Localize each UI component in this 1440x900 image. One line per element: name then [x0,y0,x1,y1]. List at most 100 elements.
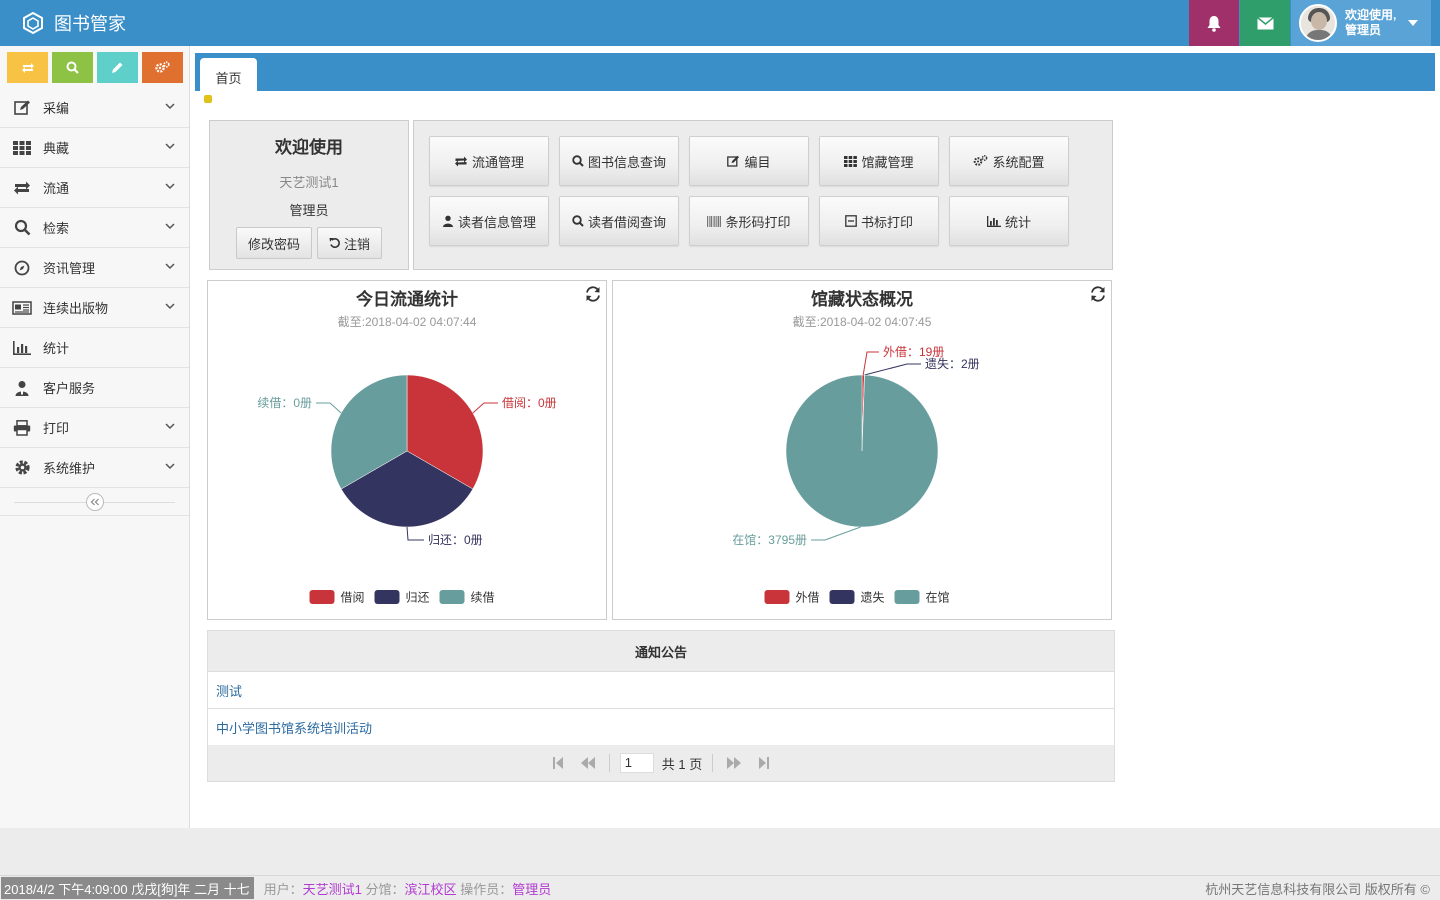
chevron-down-icon [165,423,175,430]
pie-label: 续借：0册 [257,396,312,410]
sidebar-item-collection[interactable]: 典藏 [0,128,189,168]
legend-label[interactable]: 续借 [471,591,495,605]
sidebar-item-news[interactable]: 资讯管理 [0,248,189,288]
double-chevron-left-icon [90,498,99,505]
sidebar-item-label: 采编 [43,101,70,116]
quick-button-label: 图书信息查询 [587,154,666,170]
bar-chart-icon [986,215,1001,227]
legend-swatch[interactable] [764,590,790,604]
label-icon [845,215,857,227]
statistics-button[interactable]: 统计 [949,196,1069,246]
notice-item[interactable]: 测试 [208,671,1114,708]
sidebar-collapse-button[interactable] [85,492,104,511]
collection-pie-chart: 外借：19册遗失：2册在馆：3795册外借 遗失 在馆 [732,345,980,605]
search-icon [12,219,32,237]
circulation-icon [454,156,467,166]
quick-button-label: 馆藏管理 [861,154,914,170]
notice-title: 通知公告 [634,644,687,660]
sidebar-item-serials[interactable]: 连续出版物 [0,288,189,328]
pie-label: 在馆：3795册 [732,532,807,547]
next-page-icon[interactable] [719,757,749,769]
legend-label[interactable]: 遗失 [861,590,885,605]
book-search-button[interactable]: 图书信息查询 [559,136,679,186]
user-welcome: 欢迎使用, [1345,8,1397,22]
top-navbar: 图书管家 欢迎使用, 管理员 [0,0,1440,46]
status-bar: 2018/4/2 下午4:09:00 戊戌[狗]年 二月 十七 用户：天艺测试1… [0,875,1440,900]
branch-value: 滨江校区 [404,881,457,897]
shortcut-search-button[interactable] [52,52,93,83]
compass-icon [12,259,32,277]
notice-item[interactable]: 中小学图书馆系统培训活动 [208,708,1114,745]
circulation-icon [12,179,32,197]
collection-management-button[interactable]: 馆藏管理 [819,136,939,186]
reader-management-button[interactable]: 读者信息管理 [429,196,549,246]
chevron-down-icon [165,183,175,190]
logout-button[interactable]: 注销 [317,227,383,259]
operator-label: 操作员： [460,881,513,897]
welcome-library: 天艺测试1 [279,175,339,190]
user-menu[interactable]: 欢迎使用, 管理员 [1291,0,1431,46]
first-page-icon[interactable] [543,757,573,769]
welcome-title: 欢迎使用 [275,138,343,157]
welcome-role: 管理员 [289,203,329,218]
sidebar-item-label: 连续出版物 [43,301,109,316]
cataloging-button[interactable]: 编目 [689,136,809,186]
chevron-down-icon [165,143,175,150]
pie-leader-line [472,402,498,414]
gears-icon [974,155,988,166]
page-input[interactable]: 1 [619,753,654,773]
spine-label-print-button[interactable]: 书标打印 [819,196,939,246]
user-icon [442,215,453,227]
legend-label[interactable]: 外借 [796,591,820,605]
sidebar-item-label: 检索 [43,221,70,236]
circulation-management-button[interactable]: 流通管理 [429,136,549,186]
sidebar: 采编 典藏 流通 检索 资讯管理 连续出版物 统计 客户服务 打印 系统维护 [0,46,190,828]
system-config-button[interactable]: 系统配置 [949,136,1069,186]
notifications-button[interactable] [1189,0,1239,46]
messages-button[interactable] [1240,0,1290,46]
undo-icon [329,238,340,248]
chevron-down-icon [165,263,175,270]
legend-swatch[interactable] [439,590,465,604]
sidebar-item-statistics[interactable]: 统计 [0,328,189,368]
grid-icon [844,155,858,167]
welcome-panel: 欢迎使用 天艺测试1 管理员 修改密码 注销 [209,120,409,270]
reader-borrow-search-button[interactable]: 读者借阅查询 [559,196,679,246]
barcode-print-button[interactable]: 条形码打印 [689,196,809,246]
sidebar-item-print[interactable]: 打印 [0,408,189,448]
legend-label[interactable]: 借阅 [341,591,365,605]
pie-slice-在馆[interactable] [785,374,939,528]
circulation-icon [21,62,34,73]
sidebar-item-circulation[interactable]: 流通 [0,168,189,208]
bar-chart-icon [12,339,32,357]
lock-icon [204,95,212,103]
chevron-down-icon [165,463,175,470]
last-page-icon[interactable] [749,757,779,769]
notice-panel: 通知公告 测试 中小学图书馆系统培训活动 1 共 1 页 [207,630,1115,782]
legend-swatch[interactable] [894,590,920,604]
sidebar-item-acquisition[interactable]: 采编 [0,88,189,128]
pie-label: 归还：0册 [428,533,483,547]
shortcut-circulation-button[interactable] [7,52,48,83]
brand[interactable]: 图书管家 [22,0,126,46]
edit-icon [12,99,32,117]
user-role: 管理员 [1345,23,1382,37]
legend-label[interactable]: 在馆 [926,590,950,605]
legend-swatch[interactable] [374,590,400,604]
chevron-down-icon [165,303,175,310]
shortcut-settings-button[interactable] [142,52,183,83]
legend-swatch[interactable] [309,590,335,604]
sidebar-item-search[interactable]: 检索 [0,208,189,248]
pie-label: 遗失：2册 [925,356,980,371]
avatar [1299,4,1337,42]
sidebar-item-label: 资讯管理 [43,261,96,276]
sidebar-item-customer-service[interactable]: 客户服务 [0,368,189,408]
legend-swatch[interactable] [829,590,855,604]
prev-page-icon[interactable] [573,757,603,769]
footer-spacer [0,828,1440,875]
sidebar-item-system-maintenance[interactable]: 系统维护 [0,448,189,488]
quick-button-label: 条形码打印 [725,214,791,230]
change-password-button[interactable]: 修改密码 [235,227,312,259]
shortcut-edit-button[interactable] [97,52,138,83]
legend-label[interactable]: 归还 [406,591,430,605]
